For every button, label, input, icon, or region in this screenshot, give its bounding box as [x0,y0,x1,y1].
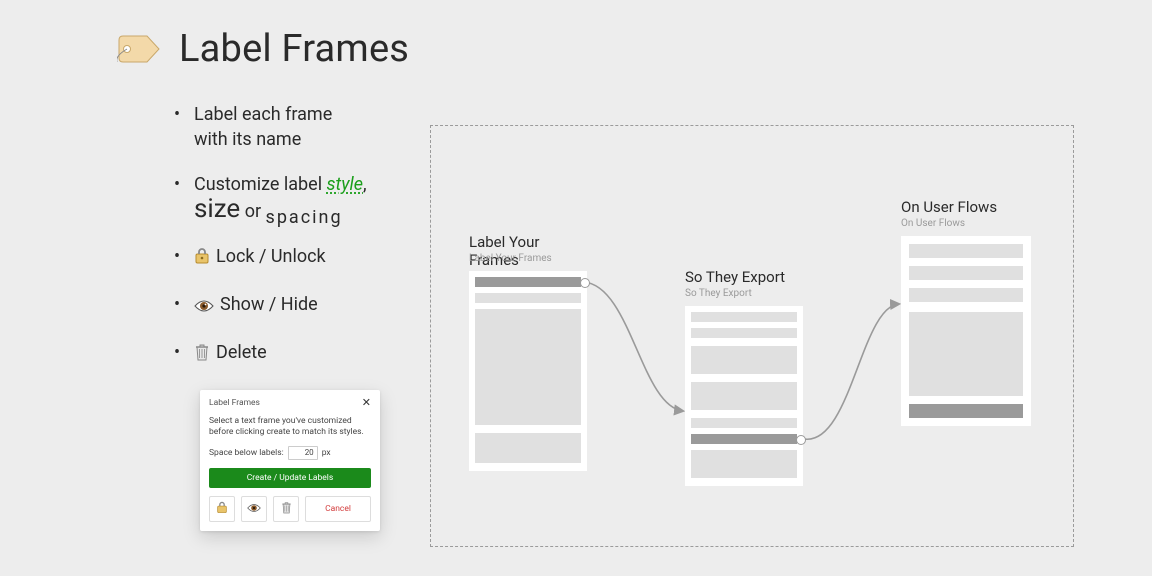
styled-word-size: size [194,194,240,224]
text: Label each frame [194,104,332,125]
text: Show / Hide [220,294,318,315]
create-update-labels-button[interactable]: Create / Update Labels [209,468,371,488]
space-below-labels-input[interactable]: 20 [288,446,318,460]
delete-button[interactable] [273,496,299,522]
text: with its name [194,129,301,150]
eye-icon [247,503,261,516]
page-title: Label Frames [179,30,409,68]
canvas-area: Label Your Frames Label Your Frames So T… [430,125,1074,547]
cancel-button[interactable]: Cancel [305,496,371,522]
eye-icon [194,295,214,320]
dialog-title: Label Frames [209,398,260,408]
trash-icon [194,343,210,368]
dialog-header: Label Frames ✕ [209,398,371,416]
connection-node [796,435,806,445]
close-icon[interactable]: ✕ [362,399,371,407]
bullet-lock-unlock: Lock / Unlock [172,244,422,272]
tag-icon [117,32,161,66]
text: Lock / Unlock [216,246,326,267]
text: , [363,174,367,195]
lock-icon [194,247,210,272]
bullet-show-hide: Show / Hide [172,292,422,320]
text: Delete [216,342,267,363]
dialog-description: Select a text frame you've customized be… [209,416,371,438]
styled-word-spacing: spacing [266,207,343,228]
visibility-button[interactable] [241,496,267,522]
label-frames-dialog: Label Frames ✕ Select a text frame you'v… [200,390,380,531]
feature-list: Label each frame with its name Customize… [172,102,422,388]
flow-arrows [431,126,1073,546]
styled-word-style: style [327,174,363,195]
space-below-labels-label: Space below labels: [209,448,284,458]
lock-button[interactable] [209,496,235,522]
dialog-actions: Cancel [209,496,371,522]
text: or [240,201,265,222]
space-below-labels-unit: px [322,448,331,458]
text: Customize label [194,174,327,195]
bullet-delete: Delete [172,340,422,368]
bullet-label-each-frame: Label each frame with its name [172,102,422,152]
trash-icon [281,501,292,517]
connection-node [580,278,590,288]
lock-icon [216,501,228,517]
bullet-customize-style: Customize label style, size or spacing [172,172,422,224]
space-below-labels-row: Space below labels: 20 px [209,446,371,460]
title-row: Label Frames [117,30,409,68]
